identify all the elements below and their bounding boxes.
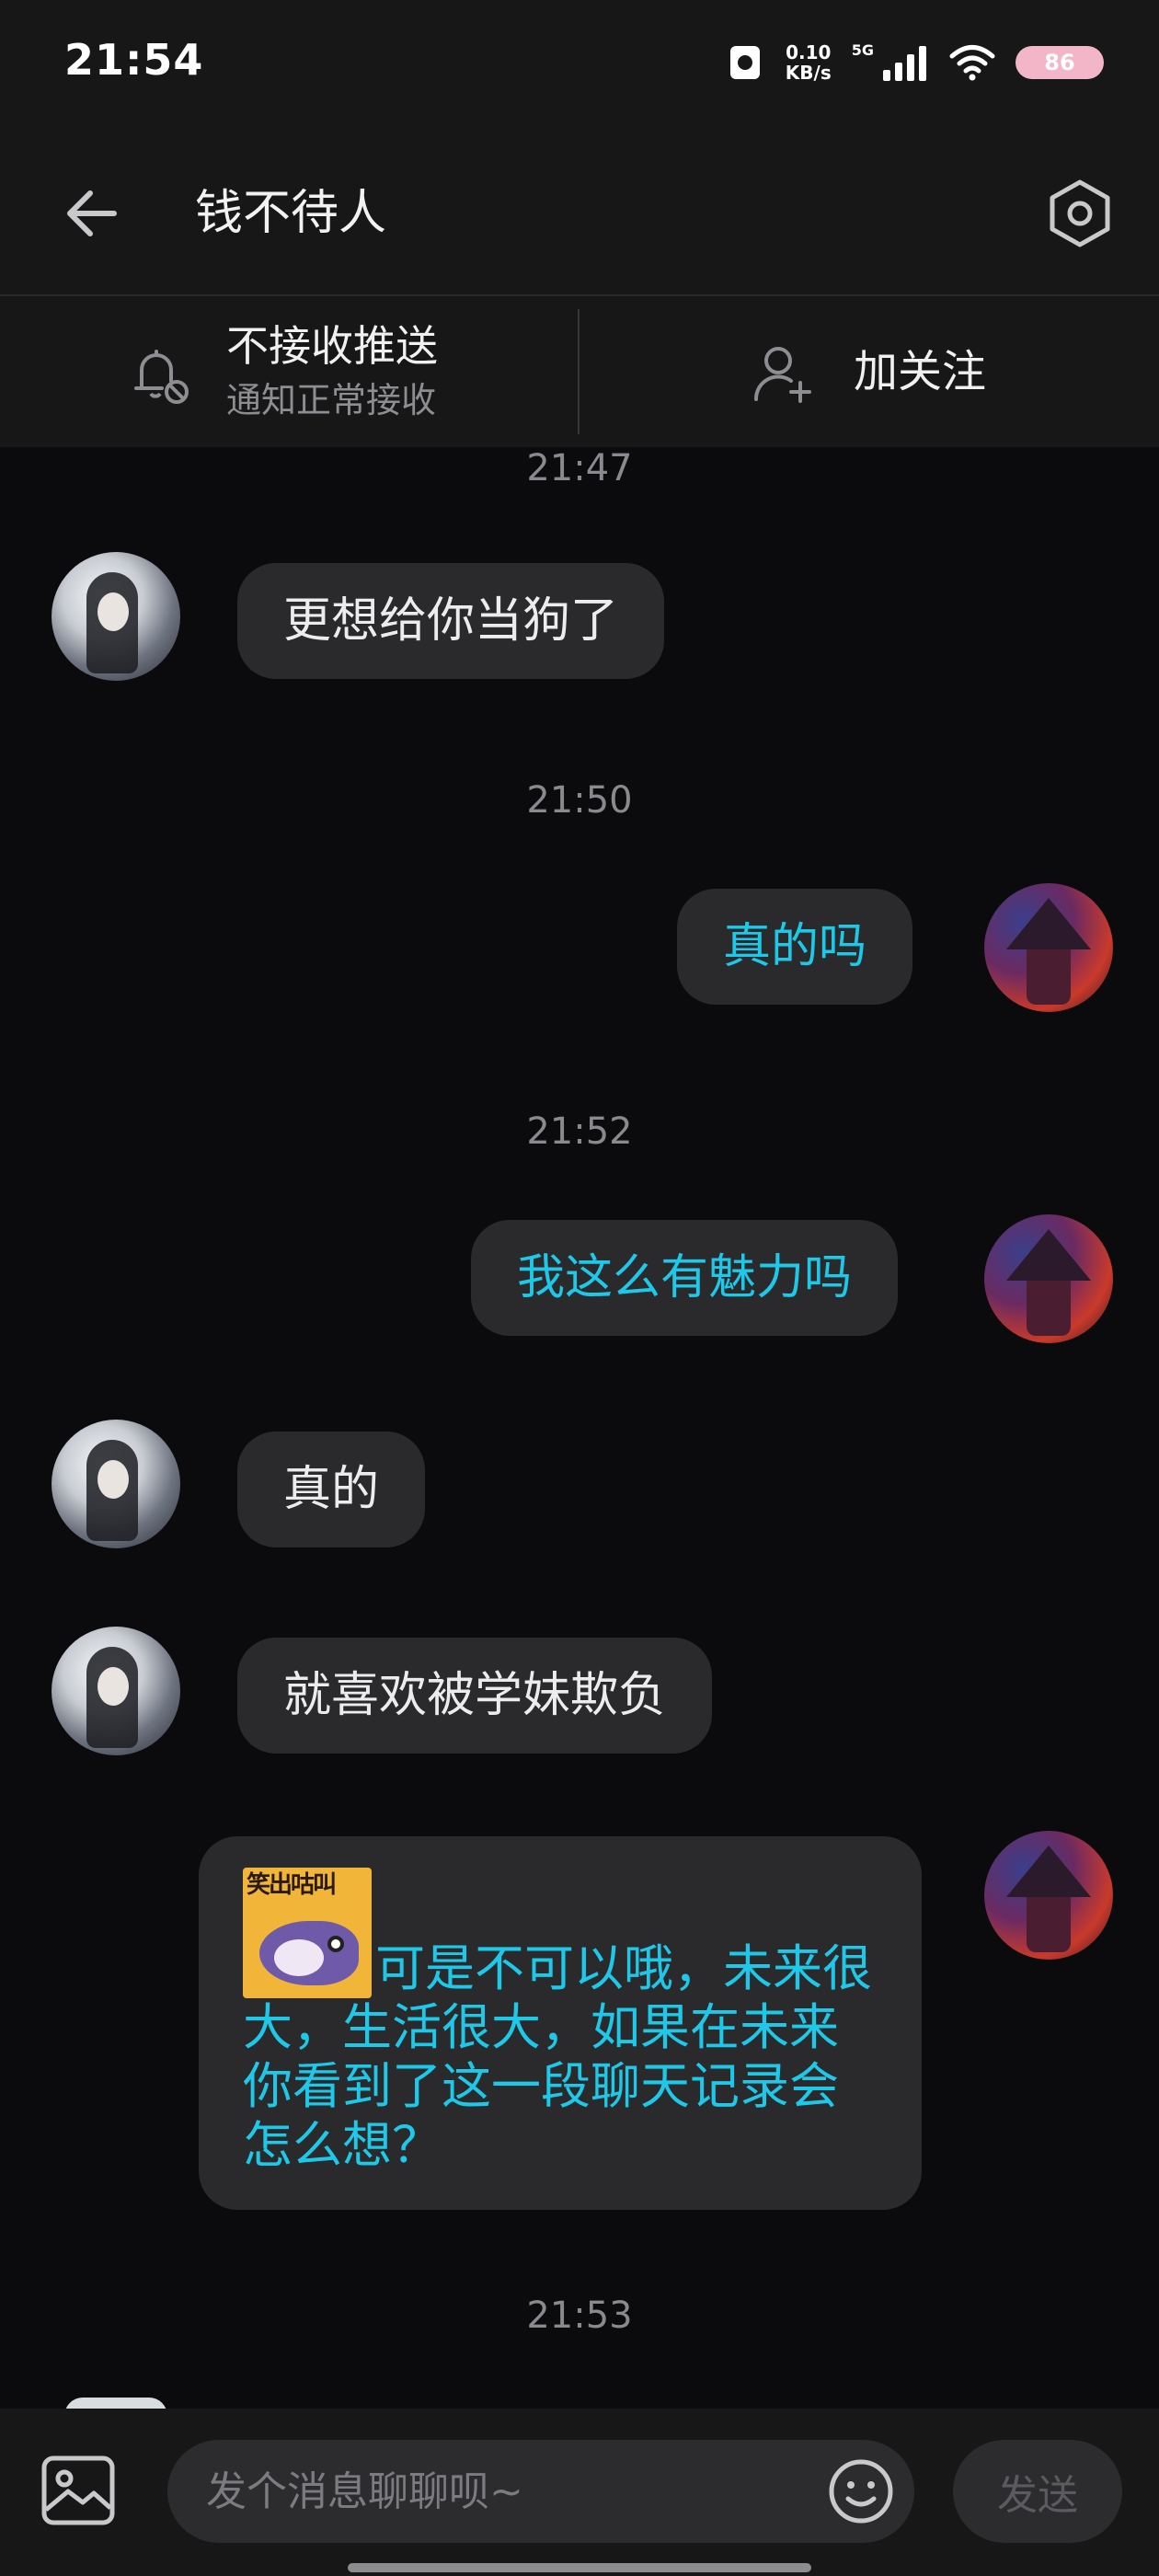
avatar[interactable] <box>52 1627 180 1755</box>
timestamp: 21:47 <box>526 447 633 489</box>
back-button[interactable] <box>55 177 129 250</box>
arrow-left-icon <box>67 190 117 236</box>
message-bubble-outgoing[interactable]: 我这么有魅力吗 <box>471 1220 899 1336</box>
nfc-icon <box>729 46 760 79</box>
action-bar: 不接收推送 通知正常接收 加关注 <box>0 296 1159 447</box>
send-button[interactable]: 发送 <box>953 2440 1122 2543</box>
push-setting-subtitle: 通知正常接收 <box>226 380 437 420</box>
timestamp: 21:52 <box>526 1110 633 1153</box>
battery-indicator: 86 <box>1016 46 1104 79</box>
signal-icon <box>883 46 926 81</box>
bell-muted-icon <box>134 350 189 404</box>
avatar[interactable] <box>984 1831 1113 1960</box>
chat-header: 钱不待人 <box>0 129 1159 296</box>
message-input[interactable] <box>167 2440 914 2543</box>
home-indicator[interactable] <box>348 2563 811 2572</box>
status-bar: 21:54 0.10 KB/s 5G 86 <box>0 0 1159 129</box>
status-time: 21:54 <box>64 35 204 85</box>
wifi-icon <box>949 45 995 81</box>
net-speed: 0.10 KB/s <box>785 41 832 84</box>
sticker-image: 笑出咕叫 <box>243 1868 372 1998</box>
message-bubble-incoming[interactable]: 就喜欢被学妹欺负 <box>237 1638 713 1754</box>
settings-button[interactable] <box>1038 171 1122 256</box>
smiley-icon[interactable] <box>826 2456 896 2526</box>
message-bubble-outgoing[interactable]: 笑出咕叫 可是不可以哦，未来很大，生活很大，如果在未来你看到了这一段聊天记录会怎… <box>199 1836 922 2210</box>
avatar[interactable] <box>52 1420 180 1548</box>
avatar[interactable] <box>984 883 1113 1012</box>
chat-title: 钱不待人 <box>195 186 387 241</box>
status-icons: 0.10 KB/s 5G 86 <box>725 40 1104 85</box>
follow-label: 加关注 <box>854 346 987 397</box>
avatar[interactable] <box>984 1214 1113 1343</box>
push-setting-title: 不接收推送 <box>226 321 438 371</box>
message-bubble-incoming[interactable]: 更想给你当狗了 <box>237 563 665 679</box>
add-user-icon <box>753 347 811 403</box>
hexagon-settings-icon <box>1050 179 1110 247</box>
sticker-text: 笑出咕叫 <box>247 1871 337 1899</box>
timestamp: 21:50 <box>526 779 633 822</box>
image-icon[interactable] <box>37 2449 120 2532</box>
network-type: 5G <box>851 40 874 59</box>
message-bubble-incoming[interactable]: 真的 <box>237 1432 426 1547</box>
avatar[interactable] <box>52 552 180 681</box>
follow-button[interactable]: 加关注 <box>580 296 1159 447</box>
push-setting-button[interactable]: 不接收推送 通知正常接收 <box>0 296 578 447</box>
input-bar: 发送 <box>0 2409 1159 2576</box>
message-bubble-outgoing[interactable]: 真的吗 <box>677 889 913 1005</box>
timestamp: 21:53 <box>526 2294 633 2337</box>
